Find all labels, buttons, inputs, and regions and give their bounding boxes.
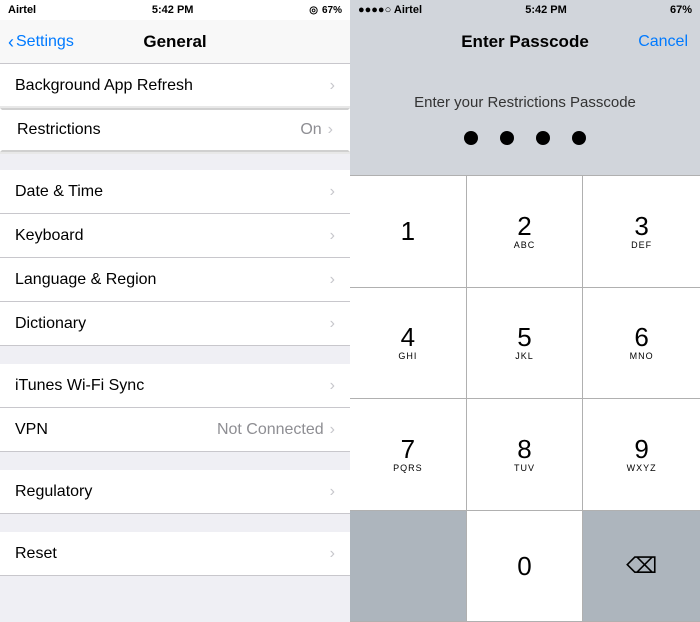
- settings-item-date-time[interactable]: Date & Time ›: [0, 170, 350, 214]
- settings-item-language-region[interactable]: Language & Region ›: [0, 258, 350, 302]
- passcode-area: Enter your Restrictions Passcode: [350, 64, 700, 175]
- key-0[interactable]: 0: [467, 511, 584, 622]
- key-6-number: 6: [634, 324, 648, 350]
- key-8[interactable]: 8 TUV: [467, 399, 584, 511]
- key-2-letters: ABC: [514, 240, 536, 250]
- key-3-letters: DEF: [631, 240, 652, 250]
- delete-icon: ⌫: [626, 553, 657, 579]
- settings-item-background-app-refresh[interactable]: Background App Refresh ›: [0, 64, 350, 108]
- right-panel: ●●●●○ Airtel 5:42 PM 67% Enter Passcode …: [350, 0, 700, 622]
- nav-bar-right: Enter Passcode Cancel: [350, 20, 700, 64]
- item-label-itunes-wifi: iTunes Wi-Fi Sync: [15, 377, 330, 395]
- passcode-dot-1: [464, 131, 478, 145]
- key-8-letters: TUV: [514, 463, 535, 473]
- key-9-number: 9: [634, 436, 648, 462]
- chevron-icon-reset: ›: [330, 545, 335, 563]
- key-5-letters: JKL: [515, 351, 534, 361]
- carrier-name-right: Airtel: [394, 4, 422, 16]
- passcode-dot-2: [500, 131, 514, 145]
- key-2-number: 2: [517, 213, 531, 239]
- key-6-letters: MNO: [630, 351, 654, 361]
- battery-left: ◎ 67%: [309, 5, 342, 16]
- item-value-vpn: Not Connected: [217, 421, 324, 439]
- item-value-restrictions: On: [300, 121, 321, 139]
- key-9-letters: WXYZ: [627, 463, 657, 473]
- item-label-language-region: Language & Region: [15, 271, 330, 289]
- key-4-number: 4: [401, 324, 415, 350]
- chevron-icon-date-time: ›: [330, 183, 335, 201]
- settings-item-keyboard[interactable]: Keyboard ›: [0, 214, 350, 258]
- item-label-regulatory: Regulatory: [15, 483, 330, 501]
- left-panel: Airtel 5:42 PM ◎ 67% ‹ Settings General …: [0, 0, 350, 622]
- key-1[interactable]: 1: [350, 176, 467, 288]
- back-label[interactable]: Settings: [16, 33, 74, 51]
- settings-item-dictionary[interactable]: Dictionary ›: [0, 302, 350, 346]
- chevron-icon-dictionary: ›: [330, 315, 335, 333]
- passcode-dots: [464, 131, 586, 145]
- settings-item-vpn[interactable]: VPN Not Connected ›: [0, 408, 350, 452]
- chevron-icon-restrictions: ›: [328, 121, 333, 139]
- item-label-restrictions: Restrictions: [17, 121, 300, 139]
- passcode-prompt: Enter your Restrictions Passcode: [414, 94, 636, 111]
- key-empty: [350, 511, 467, 622]
- key-3[interactable]: 3 DEF: [583, 176, 700, 288]
- nav-title-left: General: [143, 32, 206, 52]
- item-label-background-app-refresh: Background App Refresh: [15, 77, 330, 95]
- item-label-vpn: VPN: [15, 421, 217, 439]
- passcode-dot-3: [536, 131, 550, 145]
- chevron-icon-vpn: ›: [330, 421, 335, 439]
- location-icon: ◎: [309, 5, 318, 16]
- status-bar-left: Airtel 5:42 PM ◎ 67%: [0, 0, 350, 20]
- separator-4: [0, 514, 350, 532]
- back-chevron-icon: ‹: [8, 33, 14, 51]
- key-delete[interactable]: ⌫: [583, 511, 700, 622]
- item-label-date-time: Date & Time: [15, 183, 330, 201]
- item-label-reset: Reset: [15, 545, 330, 563]
- settings-item-reset[interactable]: Reset ›: [0, 532, 350, 576]
- time-left: 5:42 PM: [152, 4, 194, 16]
- carrier-right: ●●●●○ Airtel: [358, 4, 422, 16]
- key-7-number: 7: [401, 436, 415, 462]
- settings-list: Background App Refresh › Restrictions On…: [0, 64, 350, 622]
- status-bar-right: ●●●●○ Airtel 5:42 PM 67%: [350, 0, 700, 20]
- signal-dots: ●●●●○: [358, 4, 391, 16]
- key-9[interactable]: 9 WXYZ: [583, 399, 700, 511]
- separator-3: [0, 452, 350, 470]
- item-label-dictionary: Dictionary: [15, 315, 330, 333]
- time-right: 5:42 PM: [525, 4, 567, 16]
- chevron-icon: ›: [330, 77, 335, 95]
- key-6[interactable]: 6 MNO: [583, 288, 700, 400]
- carrier-left: Airtel: [8, 4, 36, 16]
- key-7[interactable]: 7 PQRS: [350, 399, 467, 511]
- key-8-number: 8: [517, 436, 531, 462]
- chevron-icon-itunes-wifi: ›: [330, 377, 335, 395]
- battery-right: 67%: [670, 4, 692, 16]
- nav-title-right: Enter Passcode: [461, 32, 589, 52]
- battery-percent-left: 67%: [322, 5, 342, 16]
- settings-item-restrictions[interactable]: Restrictions On ›: [0, 108, 350, 152]
- chevron-icon-keyboard: ›: [330, 227, 335, 245]
- key-0-number: 0: [517, 553, 531, 579]
- chevron-icon-language-region: ›: [330, 271, 335, 289]
- key-5-number: 5: [517, 324, 531, 350]
- key-4-letters: GHI: [398, 351, 417, 361]
- nav-bar-left: ‹ Settings General: [0, 20, 350, 64]
- item-label-keyboard: Keyboard: [15, 227, 330, 245]
- back-button[interactable]: ‹ Settings: [8, 33, 74, 51]
- cancel-button[interactable]: Cancel: [638, 33, 688, 51]
- passcode-dot-4: [572, 131, 586, 145]
- settings-item-itunes-wifi[interactable]: iTunes Wi-Fi Sync ›: [0, 364, 350, 408]
- separator-1: [0, 152, 350, 170]
- key-1-number: 1: [401, 218, 415, 244]
- key-4[interactable]: 4 GHI: [350, 288, 467, 400]
- settings-item-regulatory[interactable]: Regulatory ›: [0, 470, 350, 514]
- key-7-letters: PQRS: [393, 463, 423, 473]
- key-5[interactable]: 5 JKL: [467, 288, 584, 400]
- key-2[interactable]: 2 ABC: [467, 176, 584, 288]
- key-3-number: 3: [634, 213, 648, 239]
- chevron-icon-regulatory: ›: [330, 483, 335, 501]
- separator-2: [0, 346, 350, 364]
- keypad: 1 2 ABC 3 DEF 4 GHI 5 JKL 6 MNO 7 PQRS: [350, 175, 700, 622]
